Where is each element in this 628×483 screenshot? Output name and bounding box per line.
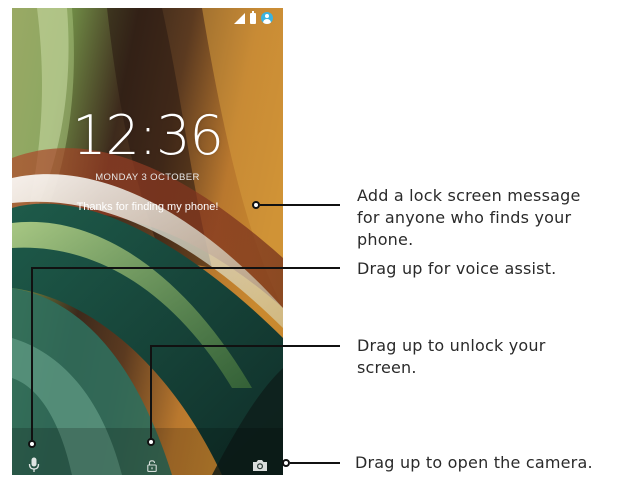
user-icon <box>261 12 273 24</box>
voice-callout-line <box>31 267 340 269</box>
unlock-icon[interactable] <box>147 460 157 472</box>
camera-callout-line <box>290 462 340 464</box>
unlock-callout-dot <box>147 438 155 446</box>
camera-callout-text: Drag up to open the camera. <box>355 453 593 472</box>
battery-icon <box>250 10 256 24</box>
voice-callout-vertical-line <box>31 268 33 444</box>
unlock-callout-text-1: Drag up to unlock your <box>357 336 546 355</box>
voice-callout-text: Drag up for voice assist. <box>357 259 557 278</box>
camera-icon[interactable] <box>252 459 268 472</box>
message-callout-dot <box>252 201 260 209</box>
lock-clock: 12:36 <box>72 104 224 167</box>
unlock-callout-line <box>150 345 340 347</box>
message-callout-line <box>260 204 340 206</box>
signal-icon <box>234 12 245 24</box>
lock-date: MONDAY 3 OCTOBER <box>95 172 200 183</box>
unlock-callout-vertical-line <box>150 346 152 442</box>
message-callout-text-2: for anyone who finds your <box>357 208 572 227</box>
camera-callout-dot <box>282 459 290 467</box>
lock-screen-message: Thanks for finding my phone! <box>76 201 219 213</box>
status-bar <box>234 10 273 26</box>
voice-callout-dot <box>28 440 36 448</box>
wallpaper <box>12 8 283 475</box>
microphone-icon[interactable] <box>28 457 40 473</box>
unlock-callout-text-2: screen. <box>357 358 417 377</box>
phone-lock-screen: 12:36 MONDAY 3 OCTOBER Thanks for findin… <box>12 8 283 475</box>
message-callout-text-3: phone. <box>357 230 414 249</box>
message-callout-text-1: Add a lock screen message <box>357 186 581 205</box>
